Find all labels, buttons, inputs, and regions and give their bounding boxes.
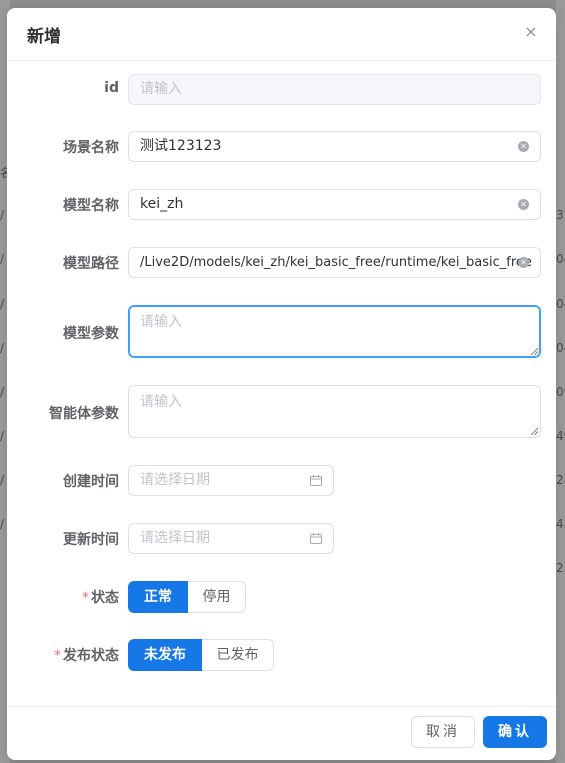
agent-params-placeholder: 请输入 xyxy=(140,394,182,410)
status-label-text: 状态 xyxy=(91,590,119,606)
publish-status-label: * 发布状态 xyxy=(54,645,119,665)
status-option-disabled[interactable]: 停用 xyxy=(188,581,246,613)
form-row-model-path: 模型路径 /Live2D/models/kei_zh/kei_basic_fre… xyxy=(7,247,556,278)
circle-close-icon[interactable]: ✕ xyxy=(518,257,529,268)
background-right-edge xyxy=(556,0,565,763)
form-row-publish-status: * 发布状态 未发布 已发布 xyxy=(7,639,556,671)
publish-status-label-text: 发布状态 xyxy=(63,648,119,664)
model-params-textarea[interactable]: 请输入 xyxy=(128,305,541,358)
publish-option-unpublished[interactable]: 未发布 xyxy=(128,639,202,671)
resize-handle-icon[interactable] xyxy=(531,428,538,435)
form-row-model-params: 模型参数 请输入 xyxy=(7,305,556,358)
scene-name-input[interactable]: 测试123123 ✕ xyxy=(128,131,541,162)
id-input[interactable]: 请输入 xyxy=(128,74,541,105)
scene-name-value: 测试123123 xyxy=(140,138,222,154)
model-path-label: 模型路径 xyxy=(63,256,119,272)
model-params-label: 模型参数 xyxy=(63,326,119,342)
scene-name-label: 场景名称 xyxy=(63,140,119,156)
model-params-placeholder: 请输入 xyxy=(140,314,182,330)
status-radio-group: 正常 停用 xyxy=(128,581,246,613)
add-dialog: 新增 × id 请输入 场景名称 测试123123 ✕ 模型名称 kei_zh … xyxy=(7,8,556,760)
bg-cell: 28 xyxy=(556,473,565,487)
form-row-id: id 请输入 xyxy=(7,74,556,105)
resize-handle-icon[interactable] xyxy=(531,348,538,355)
bg-cell: / xyxy=(0,429,5,443)
bg-cell: / xyxy=(0,297,5,311)
bg-cell: / xyxy=(0,517,5,531)
model-name-input[interactable]: kei_zh ✕ xyxy=(128,189,541,220)
model-path-value: /Live2D/models/kei_zh/kei_basic_free/run… xyxy=(140,255,532,270)
publish-option-published[interactable]: 已发布 xyxy=(202,639,274,671)
calendar-icon xyxy=(310,475,322,486)
calendar-icon xyxy=(310,533,322,544)
bg-cell: 04 xyxy=(556,341,565,355)
bg-cell: / xyxy=(0,473,5,487)
create-time-picker[interactable]: 请选择日期 xyxy=(128,465,334,496)
status-option-normal[interactable]: 正常 xyxy=(128,581,188,613)
publish-status-radio-group: 未发布 已发布 xyxy=(128,639,274,671)
bg-cell: 04 xyxy=(556,297,565,311)
bg-cell: 49 xyxy=(556,429,565,443)
circle-close-icon[interactable]: ✕ xyxy=(518,141,529,152)
bg-cell: 04 xyxy=(556,252,565,266)
form-row-status: * 状态 正常 停用 xyxy=(7,581,556,613)
model-name-label: 模型名称 xyxy=(63,198,119,214)
id-placeholder: 请输入 xyxy=(140,81,182,97)
form-row-scene-name: 场景名称 测试123123 ✕ xyxy=(7,131,556,162)
create-time-placeholder: 请选择日期 xyxy=(140,472,210,488)
required-mark: * xyxy=(54,648,61,664)
agent-params-textarea[interactable]: 请输入 xyxy=(128,385,541,438)
required-mark: * xyxy=(82,590,89,606)
form-row-create-time: 创建时间 请选择日期 xyxy=(7,465,556,496)
form-row-model-name: 模型名称 kei_zh ✕ xyxy=(7,189,556,220)
status-label: * 状态 xyxy=(82,587,119,607)
bg-cell: 43 xyxy=(556,517,565,531)
form-row-agent-params: 智能体参数 请输入 xyxy=(7,385,556,438)
close-icon[interactable]: × xyxy=(524,22,538,42)
model-name-value: kei_zh xyxy=(140,196,184,212)
dialog-header: 新增 × xyxy=(7,8,556,61)
bg-cell: / xyxy=(0,341,5,355)
update-time-placeholder: 请选择日期 xyxy=(140,530,210,546)
bg-cell: 25 xyxy=(556,561,565,575)
id-label: id xyxy=(104,80,119,96)
circle-close-icon[interactable]: ✕ xyxy=(518,199,529,210)
dialog-title: 新增 xyxy=(27,27,61,47)
update-time-label: 更新时间 xyxy=(63,532,119,548)
bg-cell: / xyxy=(0,252,5,266)
dialog-footer: 取消 确认 xyxy=(7,706,556,760)
agent-params-label: 智能体参数 xyxy=(49,406,119,422)
model-path-input[interactable]: /Live2D/models/kei_zh/kei_basic_free/run… xyxy=(128,247,541,278)
bg-cell: / xyxy=(0,208,5,222)
confirm-button[interactable]: 确认 xyxy=(483,716,547,748)
bg-cell: 09 xyxy=(556,385,565,399)
update-time-picker[interactable]: 请选择日期 xyxy=(128,523,334,554)
cancel-button[interactable]: 取消 xyxy=(411,716,475,748)
form-row-update-time: 更新时间 请选择日期 xyxy=(7,523,556,554)
bg-cell: / xyxy=(0,385,5,399)
create-time-label: 创建时间 xyxy=(63,474,119,490)
bg-cell: 33 xyxy=(556,208,565,222)
